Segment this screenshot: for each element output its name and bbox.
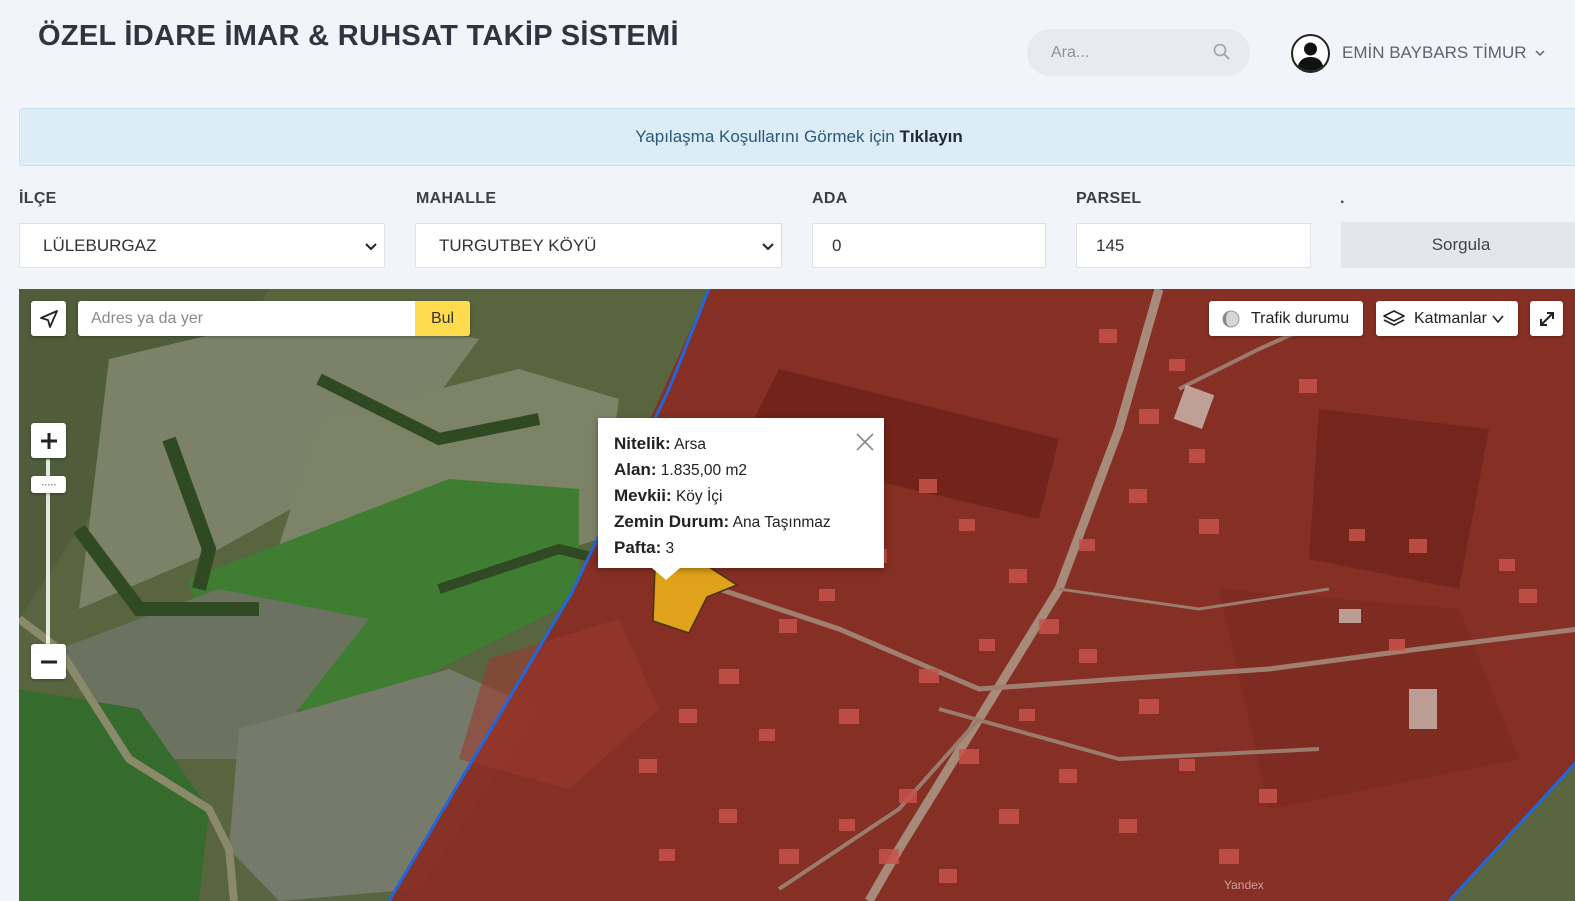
layers-label: Katmanlar [1414, 309, 1487, 327]
mahalle-label: MAHALLE [416, 190, 497, 207]
parsel-label: PARSEL [1076, 190, 1142, 207]
user-name[interactable]: EMİN BAYBARS TİMUR [1342, 43, 1527, 63]
mevkii-value: Köy İçi [671, 488, 723, 505]
user-menu[interactable]: EMİN BAYBARS TİMUR [1291, 32, 1545, 74]
search-icon[interactable] [1212, 42, 1232, 62]
traffic-button[interactable]: Trafik durumu [1209, 301, 1363, 336]
zemin-label: Zemin Durum: [614, 512, 730, 531]
zoom-out-icon [40, 660, 57, 663]
nitelik-value: Arsa [670, 436, 707, 453]
app-title: ÖZEL İDARE İMAR & RUHSAT TAKİP SİSTEMİ [38, 20, 679, 52]
ada-value: 0 [832, 235, 842, 255]
ilce-select[interactable]: LÜLEBURGAZ [19, 223, 385, 268]
layers-icon [1383, 309, 1405, 326]
mahalle-value: TURGUTBEY KÖYÜ [439, 235, 597, 255]
close-icon[interactable] [855, 432, 875, 452]
popup-row-pafta: Pafta: 3 [614, 535, 884, 561]
ilce-value: LÜLEBURGAZ [43, 235, 157, 255]
submit-spacer-label: . [1340, 190, 1345, 207]
locate-button[interactable] [31, 301, 66, 336]
banner-link[interactable]: Tıklayın [899, 127, 962, 146]
fullscreen-button[interactable] [1530, 301, 1563, 336]
nitelik-label: Nitelik: [614, 434, 671, 453]
chevron-down-icon[interactable] [1534, 48, 1545, 58]
avatar-icon [1291, 33, 1330, 73]
fullscreen-icon [1539, 311, 1554, 326]
zoom-slider-handle[interactable] [31, 476, 66, 493]
popup-row-zemin: Zemin Durum: Ana Taşınmaz [614, 509, 884, 535]
map-address-search[interactable]: Bul [78, 301, 470, 336]
chevron-down-icon [1492, 314, 1504, 323]
grip-icon [41, 483, 55, 485]
global-search[interactable] [1027, 29, 1250, 76]
mahalle-select[interactable]: TURGUTBEY KÖYÜ [415, 223, 782, 268]
find-button[interactable]: Bul [415, 301, 470, 336]
satellite-map[interactable]: Yandex [19, 289, 1575, 901]
parsel-value: 145 [1096, 235, 1125, 255]
pafta-value: 3 [661, 540, 675, 557]
map-watermark: Yandex [1224, 878, 1264, 892]
banner-text: Yapılaşma Koşullarını Görmek için [635, 127, 900, 146]
popup-row-mevkii: Mevkii: Köy İçi [614, 483, 884, 509]
ada-label: ADA [812, 190, 848, 207]
popup-row-alan: Alan: 1.835,00 m2 [614, 457, 884, 483]
chevron-down-icon [762, 243, 774, 251]
popup-tail [652, 568, 680, 580]
map-view[interactable]: Yandex Bul Trafik durumu Katmanlar [19, 289, 1575, 901]
traffic-label: Trafik durumu [1251, 309, 1350, 327]
popup-row-nitelik: Nitelik: Arsa [614, 431, 884, 457]
zoom-out-button[interactable] [31, 644, 66, 679]
parsel-input[interactable]: 145 [1076, 223, 1311, 268]
address-input[interactable] [78, 301, 415, 336]
zoom-in-button[interactable] [31, 423, 66, 458]
layers-button[interactable]: Katmanlar [1376, 301, 1518, 336]
traffic-icon [1222, 310, 1240, 327]
ada-input[interactable]: 0 [812, 223, 1046, 268]
mevkii-label: Mevkii: [614, 486, 672, 505]
sorgula-button[interactable]: Sorgula [1341, 222, 1575, 268]
alan-value: 1.835,00 m2 [656, 462, 747, 479]
zemin-value: Ana Taşınmaz [729, 514, 831, 531]
chevron-down-icon [365, 243, 377, 251]
parcel-info-popup: Nitelik: Arsa Alan: 1.835,00 m2 Mevkii: … [598, 418, 884, 580]
zoom-in-icon [40, 432, 57, 449]
conditions-banner[interactable]: Yapılaşma Koşullarını Görmek için Tıklay… [19, 108, 1575, 166]
pafta-label: Pafta: [614, 538, 662, 557]
ilce-label: İLÇE [19, 190, 57, 207]
locate-arrow-icon [39, 309, 58, 328]
alan-label: Alan: [614, 460, 657, 479]
